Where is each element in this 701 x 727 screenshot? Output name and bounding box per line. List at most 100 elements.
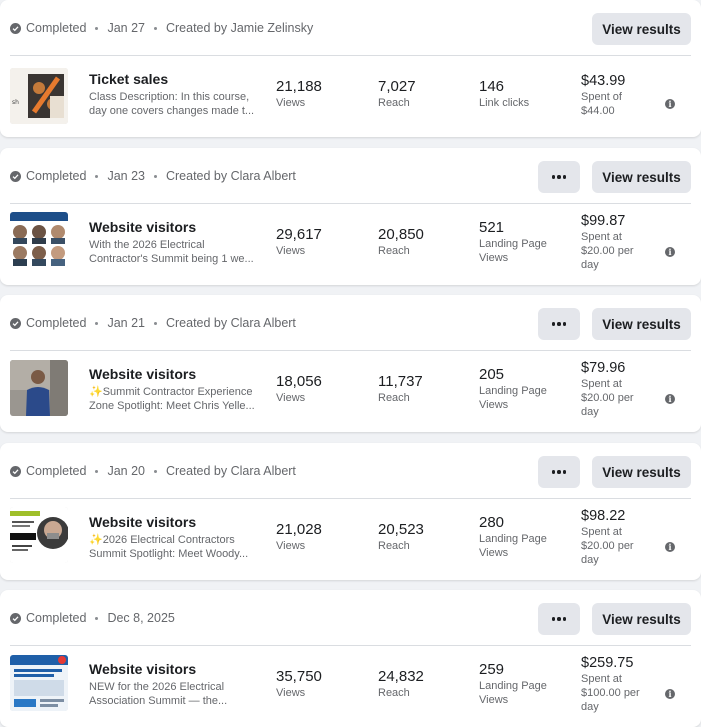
reach-value: 24,832 [378,668,424,685]
created-by-text: Created by Jamie Zelinsky [165,21,314,35]
views-metric: 35,750 Views [276,668,322,700]
more-options-button[interactable] [538,161,580,193]
ad-title[interactable]: Website visitors [89,366,196,382]
ad-thumbnail[interactable] [10,360,68,416]
separator-dot [95,469,99,473]
ad-description: Class Description: In this course, day o… [89,91,255,117]
separator-dot [153,321,157,325]
more-options-button[interactable] [538,308,580,340]
spend-value: $43.99 [581,73,626,89]
spend-label: day [581,701,599,713]
views-label: Views [276,540,306,552]
view-results-button[interactable]: View results [592,456,691,488]
reach-metric: 11,737 Reach [378,373,423,405]
more-horizontal-icon [551,322,567,326]
created-by-text: Created by Clara Albert [165,169,296,183]
spend-label: $20.00 per [581,392,634,404]
spend-label: day [581,406,599,418]
ad-thumbnail[interactable] [10,212,68,268]
reach-label: Reach [378,687,410,699]
check-circle-icon [10,465,21,477]
reach-metric: 20,850 Reach [378,226,424,258]
views-label: Views [276,245,306,257]
result-label: Landing Page [479,533,547,545]
spend-label: $44.00 [581,105,615,117]
views-metric: 21,028 Views [276,521,322,553]
result-metric: 205 Landing Page Views [479,366,547,412]
spend-value: $259.75 [581,655,634,671]
reach-value: 20,850 [378,226,424,243]
ad-card: Completed Dec 8, 2025 View results Websi… [0,590,701,727]
separator-dot [153,469,157,473]
result-value: 259 [479,661,505,678]
status-text: Completed [26,21,87,35]
more-options-button[interactable] [538,456,580,488]
view-results-button[interactable]: View results [592,161,691,193]
result-label: Landing Page [479,238,547,250]
separator-dot [95,174,99,178]
ad-card: Completed Jan 27 Created by Jamie Zelins… [0,0,701,137]
check-circle-icon [10,612,21,624]
more-horizontal-icon [551,470,567,474]
spend-metric: $79.96 Spent at $20.00 per day [581,359,634,419]
date-text: Jan 23 [107,169,145,183]
more-horizontal-icon [551,617,567,621]
info-icon[interactable]: i [665,689,675,699]
result-label: Landing Page [479,385,547,397]
reach-metric: 20,523 Reach [378,521,424,553]
info-icon[interactable]: i [665,99,675,109]
svg-text:sh: sh [12,99,19,106]
spend-metric: $98.22 Spent at $20.00 per day [581,507,634,567]
spend-label: Spent at [581,526,622,538]
view-results-button[interactable]: View results [592,13,691,45]
card-header: Completed Dec 8, 2025 View results [10,590,691,646]
separator-dot [95,26,99,30]
ad-title[interactable]: Ticket sales [89,71,168,87]
date-text: Jan 21 [107,316,145,330]
reach-label: Reach [378,392,410,404]
ad-title[interactable]: Website visitors [89,514,196,530]
ad-thumbnail[interactable] [10,655,68,711]
ad-card: Completed Jan 23 Created by Clara Albert… [0,148,701,285]
result-metric: 521 Landing Page Views [479,219,547,265]
result-value: 146 [479,78,505,95]
result-metric: 146 Link clicks [479,78,529,110]
ad-description: ✨2026 Electrical Contractors Summit Spot… [89,534,249,560]
result-label: Views [479,694,509,706]
info-icon[interactable]: i [665,542,675,552]
ad-description: With the 2026 Electrical Contractor's Su… [89,239,254,265]
spend-metric: $99.87 Spent at $20.00 per day [581,212,634,272]
ad-title[interactable]: Website visitors [89,219,196,235]
spend-metric: $43.99 Spent of $44.00 [581,72,625,118]
view-results-button[interactable]: View results [592,603,691,635]
views-label: Views [276,97,306,109]
ad-card: Completed Jan 20 Created by Clara Albert… [0,443,701,580]
reach-metric: 24,832 Reach [378,668,424,700]
card-header: Completed Jan 23 Created by Clara Albert… [10,148,691,204]
more-options-button[interactable] [538,603,580,635]
info-icon[interactable]: i [665,394,675,404]
info-icon[interactable]: i [665,247,675,257]
status-line: Completed Jan 20 Created by Clara Albert [10,464,296,478]
ad-thumbnail[interactable]: sh [10,68,68,124]
card-header: Completed Jan 20 Created by Clara Albert… [10,443,691,499]
result-metric: 259 Landing Page Views [479,661,547,707]
ad-thumbnail[interactable] [10,507,68,563]
reach-value: 7,027 [378,78,416,95]
reach-value: 11,737 [378,373,423,390]
spend-label: day [581,554,599,566]
result-label: Landing Page [479,680,547,692]
views-metric: 18,056 Views [276,373,322,405]
spend-label: Spent at [581,378,622,390]
status-line: Completed Dec 8, 2025 [10,611,175,625]
ad-title[interactable]: Website visitors [89,661,196,677]
ad-card: Completed Jan 21 Created by Clara Albert… [0,295,701,432]
view-results-button[interactable]: View results [592,308,691,340]
created-by-text: Created by Clara Albert [165,316,296,330]
status-text: Completed [26,464,87,478]
reach-label: Reach [378,540,410,552]
date-text: Jan 27 [107,21,145,35]
spend-label: day [581,259,599,271]
spend-value: $99.87 [581,213,626,229]
separator-dot [153,174,157,178]
